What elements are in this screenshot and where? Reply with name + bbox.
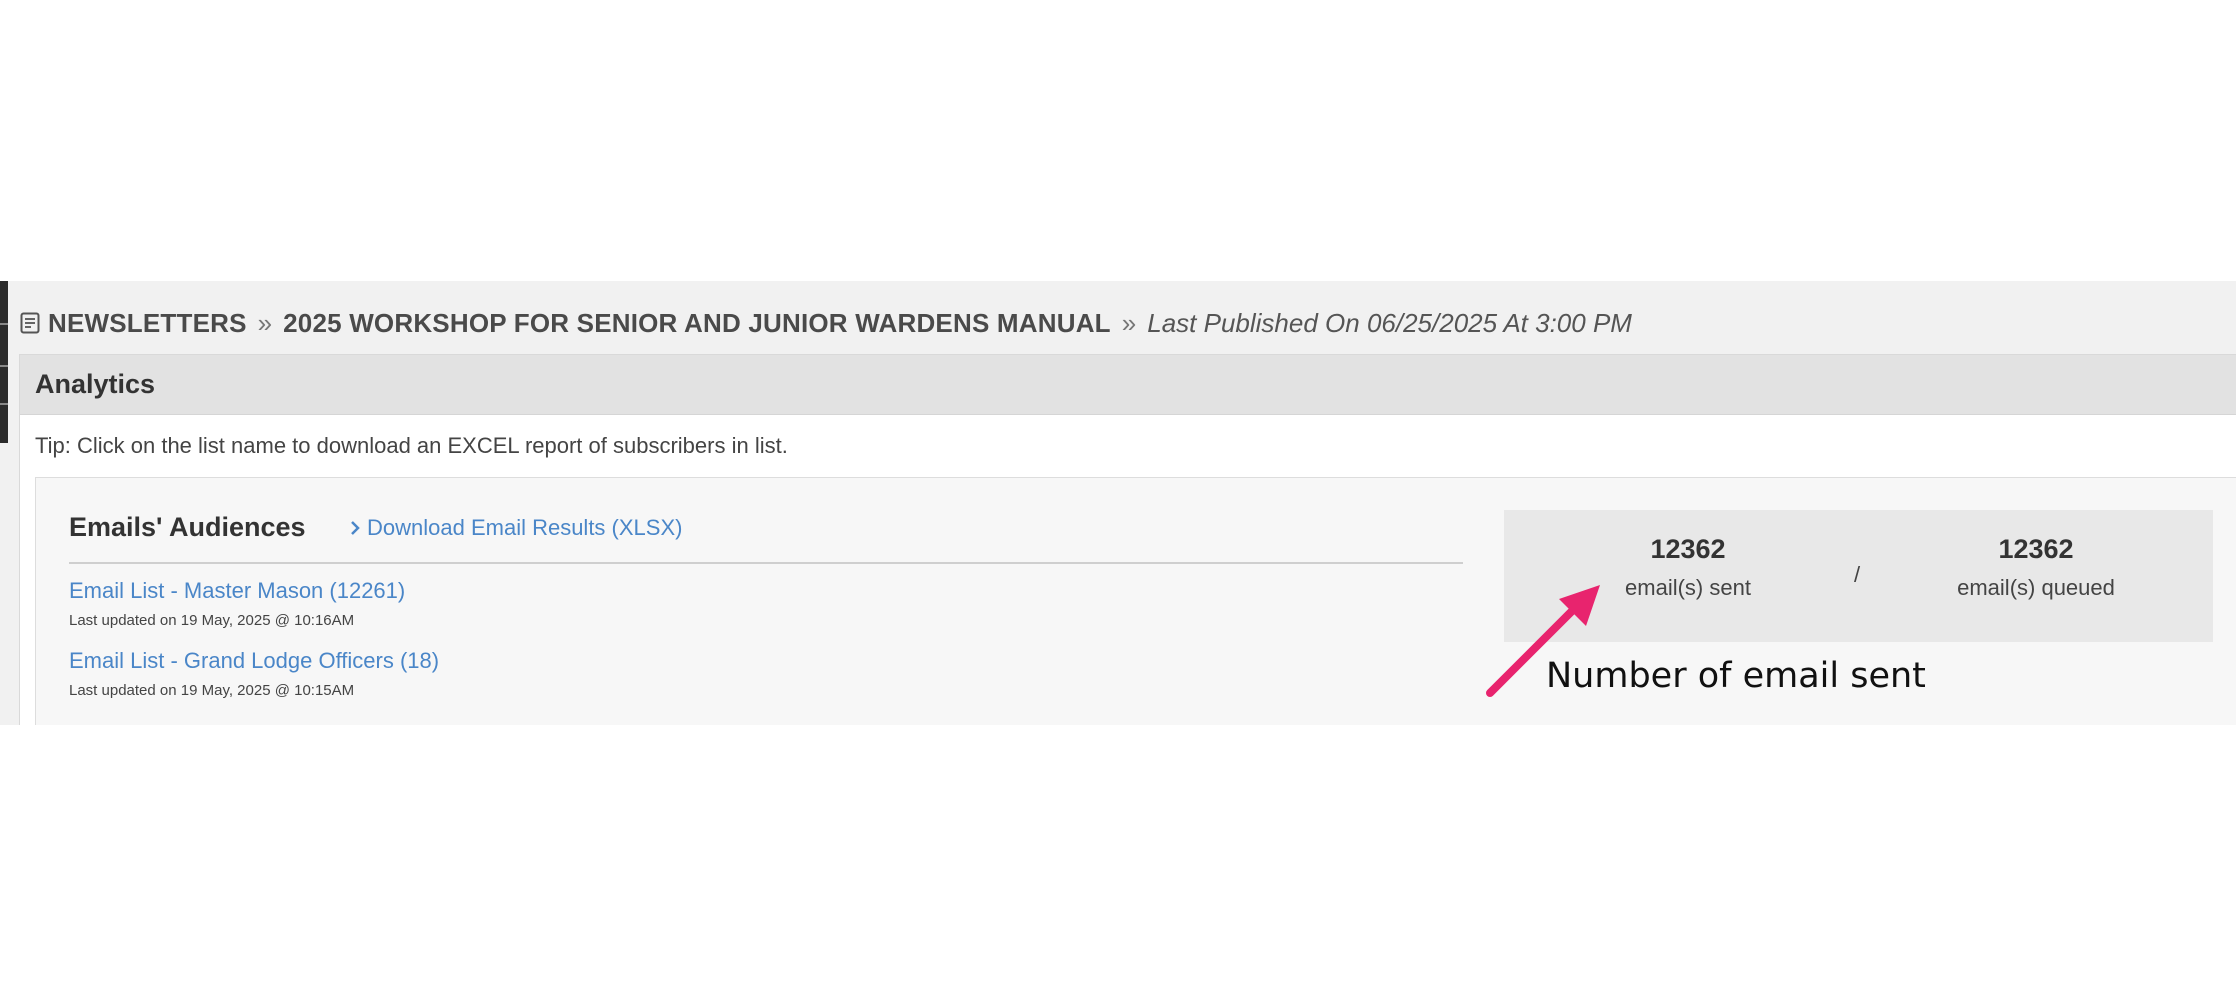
queued-label: email(s) queued [1957,575,2115,600]
queued-count: 12362 [1998,534,2074,564]
panel-title: Analytics [20,355,2236,415]
annotation-label: Number of email sent [1546,656,1926,696]
audiences-title: Emails' Audiences [69,512,306,542]
email-stats-box: 12362 email(s) sent / 12362 email(s) que… [1504,510,2213,642]
breadcrumb-newsletters[interactable]: NEWSLETTERS [48,308,247,339]
list-item: Email List - Grand Lodge Officers (18) L… [69,648,439,699]
download-results-link[interactable]: Download Email Results (XLSX) [349,515,682,541]
queued-stat: 12362 email(s) queued [1906,534,2166,601]
email-list-link[interactable]: Email List - Master Mason (12261) [69,578,405,604]
stats-divider: / [1854,562,1861,587]
breadcrumb-newsletter-title[interactable]: 2025 WORKSHOP FOR SENIOR AND JUNIOR WARD… [283,308,1111,339]
breadcrumb: NEWSLETTERS » 2025 WORKSHOP FOR SENIOR A… [20,305,1632,341]
sent-count: 12362 [1650,534,1726,564]
tip-text: Tip: Click on the list name to download … [35,433,788,458]
list-updated-text: Last updated on 19 May, 2025 @ 10:16AM [69,612,355,629]
breadcrumb-separator: » [257,307,273,338]
newsletter-icon [20,312,40,334]
list-updated-text: Last updated on 19 May, 2025 @ 10:15AM [69,682,355,699]
email-list-link[interactable]: Email List - Grand Lodge Officers (18) [69,648,439,674]
window-edge [0,281,8,443]
chevron-right-icon [351,521,360,535]
last-published-date: Last Published On 06/25/2025 At 3:00 PM [1147,307,1632,338]
section-divider [69,562,1463,564]
breadcrumb-separator: » [1121,307,1137,338]
list-item: Email List - Master Mason (12261) Last u… [69,578,405,629]
download-results-label: Download Email Results (XLSX) [367,515,683,540]
